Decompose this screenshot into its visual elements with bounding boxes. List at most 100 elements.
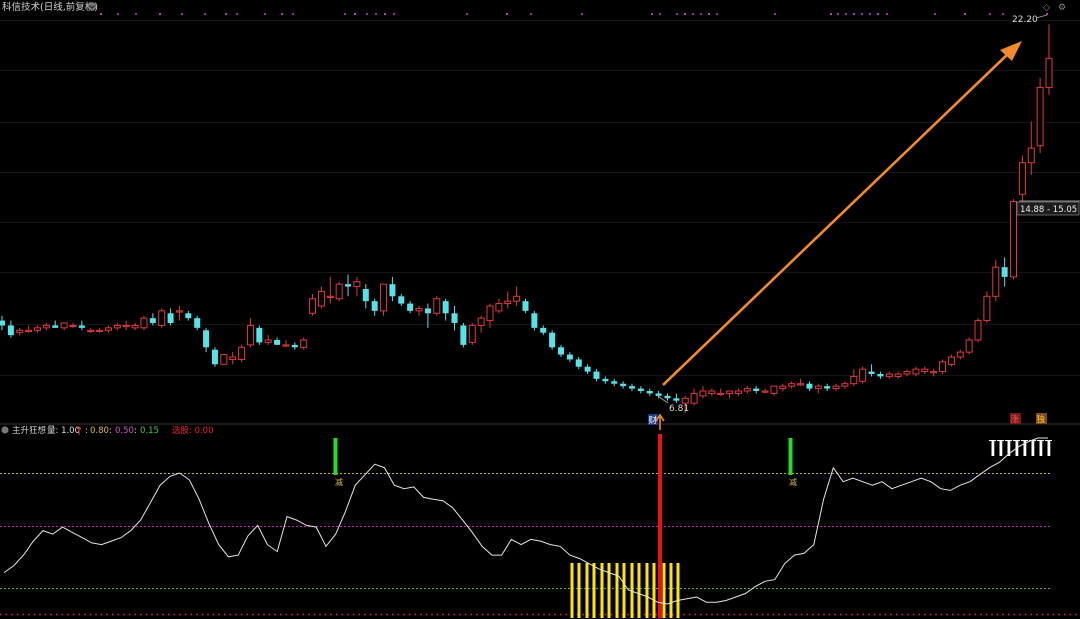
candle-body	[185, 313, 192, 319]
candle-body	[992, 266, 1000, 297]
candle-body	[353, 281, 361, 288]
candle-body	[708, 390, 716, 394]
candle-body	[877, 374, 884, 377]
settings-icon[interactable]: ⚙	[1058, 3, 1066, 13]
signal-dot	[675, 12, 679, 16]
candle-body	[673, 398, 680, 401]
signal-dot	[505, 12, 509, 16]
candle-body	[841, 383, 849, 387]
candle-body	[362, 289, 369, 302]
candle-body	[415, 307, 423, 312]
candle-body	[264, 339, 272, 343]
signal-dot	[885, 12, 889, 16]
yellow-signal-bar	[669, 563, 673, 618]
candle-body	[203, 330, 210, 348]
candle-body	[557, 347, 564, 355]
indicator-name: 主升狂想	[12, 425, 47, 436]
candle-body	[513, 295, 521, 302]
candle-body	[788, 383, 796, 387]
candle-body	[238, 346, 246, 360]
candle-body	[575, 359, 582, 367]
candle-body	[628, 386, 635, 389]
candle-body	[824, 386, 831, 389]
signal-dot	[365, 12, 369, 16]
signal-dot	[158, 12, 162, 16]
indicator-v2: 0.50	[115, 426, 134, 436]
candle-body	[726, 390, 734, 394]
signal-dot	[683, 12, 687, 16]
candle-body	[317, 290, 325, 307]
yellow-signal-bar	[592, 563, 596, 618]
chevron-down-icon[interactable]	[87, 2, 97, 11]
candle-body	[282, 344, 290, 347]
candle-body	[1010, 201, 1018, 278]
candle-body	[743, 388, 751, 392]
candle-body	[761, 390, 769, 393]
candle-body	[956, 351, 964, 358]
candle-body	[0, 320, 5, 326]
yellow-signal-bar	[676, 563, 680, 618]
signal-dot	[860, 12, 864, 16]
candle-body	[468, 324, 476, 343]
candle-body	[522, 301, 529, 311]
candle-body	[96, 329, 104, 332]
yellow-signal-bar	[577, 563, 581, 618]
top-dots	[99, 12, 1049, 16]
candle-body	[930, 371, 938, 374]
indicator-v1: 0.80	[90, 426, 109, 436]
candle-body	[646, 391, 653, 394]
yellow-signal-bar	[645, 563, 649, 618]
signal-dot	[99, 12, 103, 16]
signal-dot	[280, 12, 284, 16]
indicator-line	[3, 437, 1048, 605]
candle-body	[664, 395, 671, 399]
candle-body	[442, 301, 449, 314]
candle-body	[602, 378, 609, 382]
du-marker-label: 独	[1037, 414, 1046, 425]
candle-body	[309, 298, 317, 314]
signal-dot	[715, 12, 719, 16]
candle-body	[424, 308, 431, 314]
trend-arrow	[662, 41, 1022, 386]
candle-body	[1018, 162, 1026, 195]
candle-body	[167, 313, 174, 323]
candle-body	[1027, 147, 1035, 164]
signal-dot	[1001, 12, 1005, 16]
signal-dot	[691, 12, 695, 16]
signal-dot	[707, 12, 711, 16]
svg-text::: :	[134, 426, 137, 436]
signal-dot	[383, 12, 387, 16]
candle-body	[335, 283, 343, 300]
yellow-signal-bar	[585, 563, 589, 618]
candle-body	[451, 313, 458, 323]
signal-dot	[852, 12, 856, 16]
candle-body	[593, 371, 600, 379]
indicator-toggle-icon[interactable]	[1, 426, 9, 434]
candle-body	[965, 339, 973, 353]
candle-body	[912, 368, 920, 375]
kline-chart[interactable]: 科信技术(日线,前复权) ◇ ⚙ 22.20 6.81 14.88 - 15.0…	[0, 0, 1080, 619]
candle-body	[974, 320, 982, 341]
white-signal-bar	[999, 440, 1003, 456]
candle-body	[620, 383, 627, 387]
candle-body	[495, 303, 503, 312]
candle-body	[175, 310, 183, 313]
signal-dot	[465, 12, 469, 16]
candle-body	[140, 317, 148, 329]
candle-body	[380, 283, 388, 312]
candle-body	[229, 356, 237, 360]
diamond-icon[interactable]: ◇	[1043, 3, 1050, 13]
candle-body	[78, 325, 85, 328]
signal-dot	[658, 12, 662, 16]
signal-dot	[1045, 12, 1049, 16]
candle-body	[345, 284, 352, 287]
candle-body	[770, 385, 778, 394]
signal-dot	[235, 12, 239, 16]
signal-dot	[699, 12, 703, 16]
candle-body	[734, 390, 742, 394]
candle-body	[832, 385, 840, 390]
candle-body	[25, 329, 33, 332]
signal-dot	[963, 12, 967, 16]
svg-text::: :	[109, 426, 112, 436]
yellow-signal-bar	[570, 563, 574, 618]
